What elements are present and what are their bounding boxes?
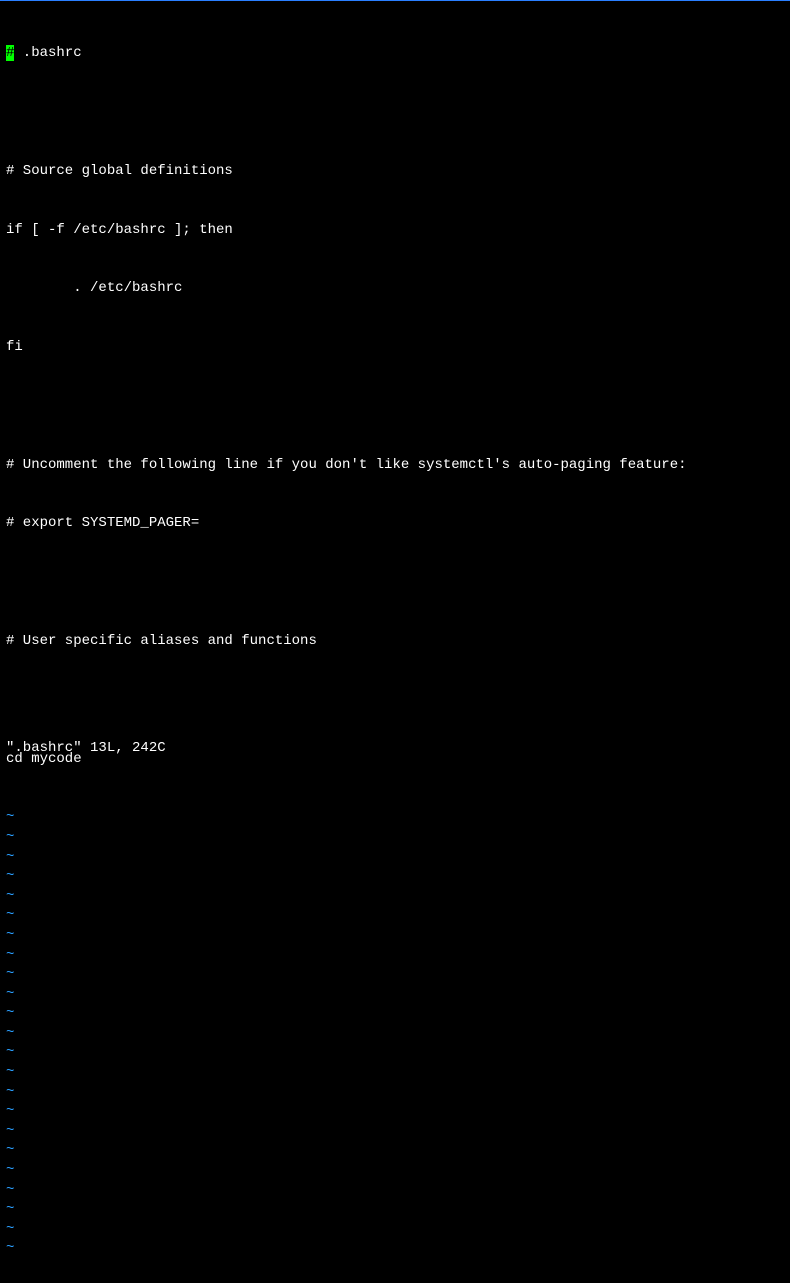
file-line-5: fi — [6, 338, 784, 358]
file-line-8: # export SYSTEMD_PAGER= — [6, 514, 784, 534]
file-line-11 — [6, 691, 784, 711]
tilde-line: ~ — [6, 1161, 784, 1181]
tilde-line: ~ — [6, 1102, 784, 1122]
file-line-1 — [6, 103, 784, 123]
tilde-line: ~ — [6, 1083, 784, 1103]
file-line-0: # .bashrc — [6, 44, 784, 64]
tilde-line: ~ — [6, 867, 784, 887]
tilde-line: ~ — [6, 965, 784, 985]
empty-lines-area: ~~~~~~~~~~~~~~~~~~~~~~~ — [6, 808, 784, 1259]
file-line-6 — [6, 397, 784, 417]
tilde-line: ~ — [6, 1043, 784, 1063]
tilde-line: ~ — [6, 1220, 784, 1240]
file-line-9 — [6, 573, 784, 593]
tilde-line: ~ — [6, 1239, 784, 1259]
tilde-line: ~ — [6, 848, 784, 868]
tilde-line: ~ — [6, 946, 784, 966]
vim-status-line: ".bashrc" 13L, 242C — [6, 739, 166, 759]
tilde-line: ~ — [6, 808, 784, 828]
tilde-line: ~ — [6, 926, 784, 946]
line-text-0: .bashrc — [14, 45, 81, 61]
file-line-2: # Source global definitions — [6, 162, 784, 182]
file-line-3: if [ -f /etc/bashrc ]; then — [6, 221, 784, 241]
tilde-line: ~ — [6, 1004, 784, 1024]
tilde-line: ~ — [6, 1122, 784, 1142]
tilde-line: ~ — [6, 1200, 784, 1220]
tilde-line: ~ — [6, 828, 784, 848]
tilde-line: ~ — [6, 1063, 784, 1083]
tilde-line: ~ — [6, 887, 784, 907]
file-line-10: # User specific aliases and functions — [6, 632, 784, 652]
tilde-line: ~ — [6, 1141, 784, 1161]
tilde-line: ~ — [6, 985, 784, 1005]
tilde-line: ~ — [6, 1024, 784, 1044]
tilde-line: ~ — [6, 1181, 784, 1201]
file-line-7: # Uncomment the following line if you do… — [6, 456, 784, 476]
vim-editor[interactable]: # .bashrc # Source global definitions if… — [0, 1, 790, 1283]
file-line-4: . /etc/bashrc — [6, 279, 784, 299]
tilde-line: ~ — [6, 906, 784, 926]
